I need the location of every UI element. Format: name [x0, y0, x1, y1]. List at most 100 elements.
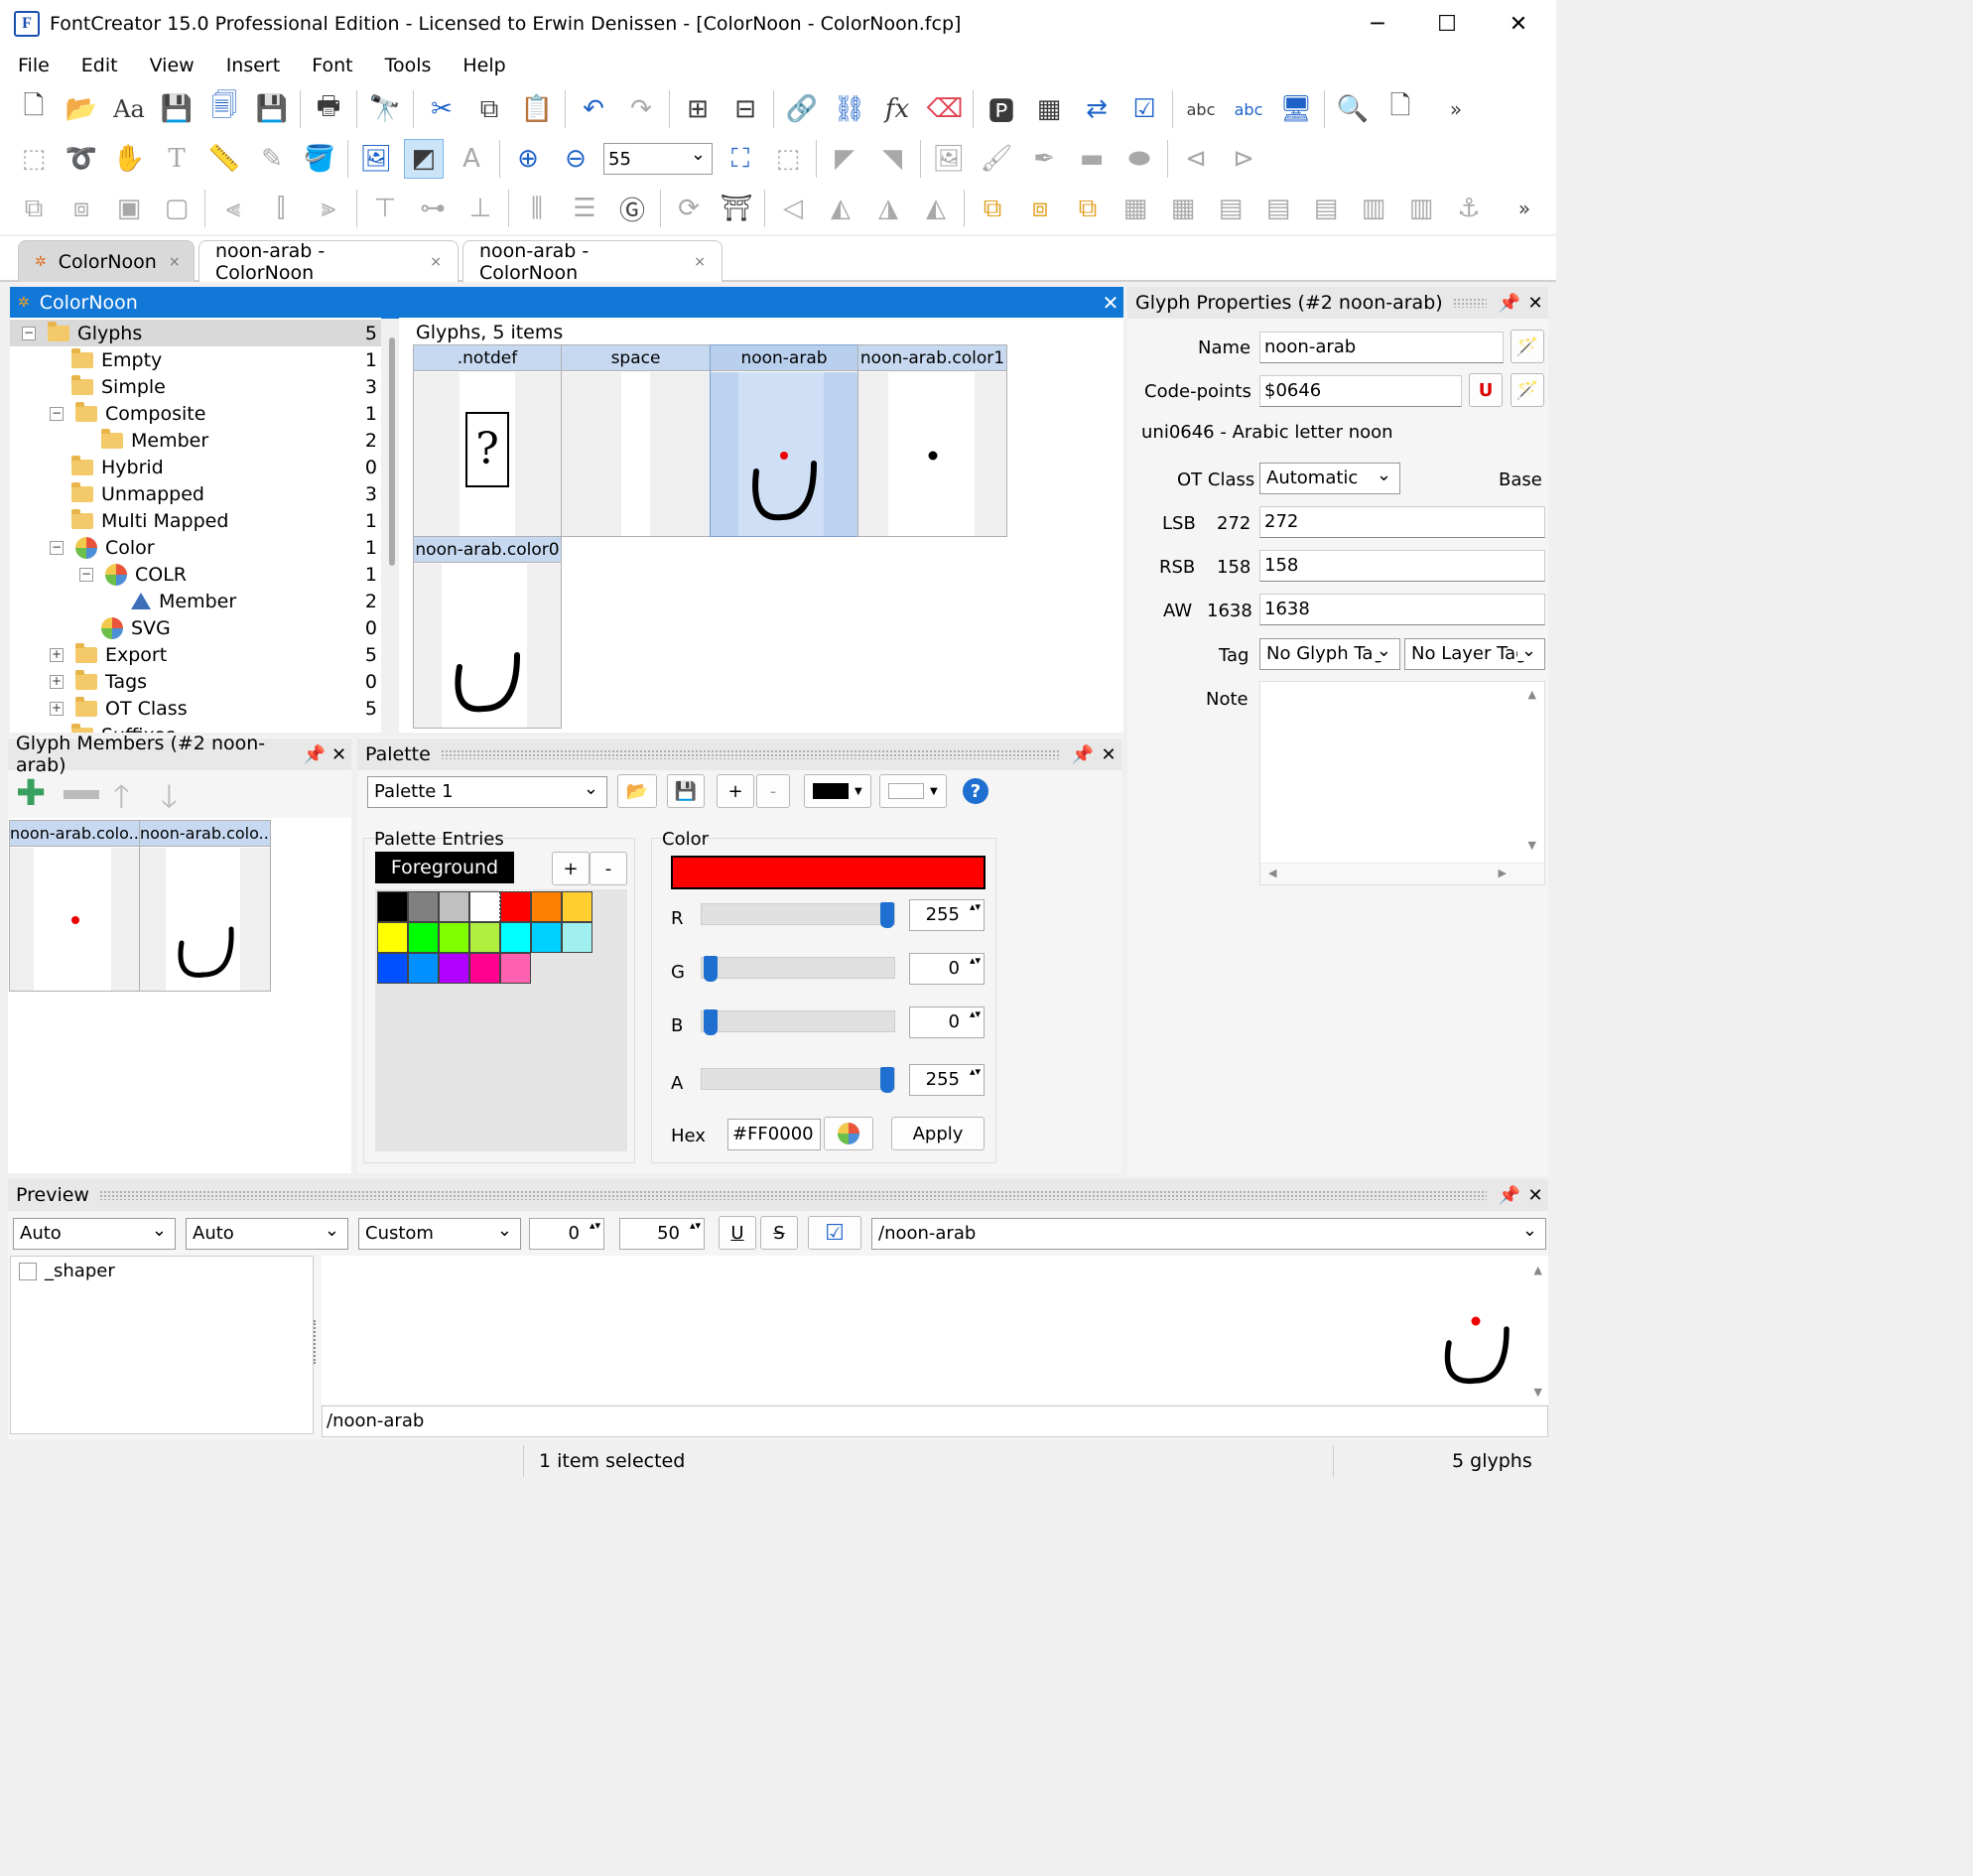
hex-field[interactable]: #FF0000	[727, 1119, 821, 1150]
palette-swatch[interactable]	[408, 891, 439, 922]
table-edit-icon[interactable]: ▤	[1258, 189, 1298, 228]
glyph-tag-dropdown[interactable]: No Glyph Tag	[1259, 638, 1400, 670]
previous-icon[interactable]: ⊲	[1176, 139, 1216, 179]
features-dropdown[interactable]: Custom	[358, 1218, 521, 1250]
expand-icon[interactable]: +	[50, 701, 64, 716]
foreground-entry[interactable]: Foreground	[375, 852, 514, 883]
help-icon[interactable]: ?	[957, 774, 994, 808]
language-dropdown[interactable]: Auto	[186, 1218, 348, 1250]
distribute-v-icon[interactable]: ☰	[565, 189, 604, 228]
blue-slider[interactable]	[701, 1009, 895, 1035]
menu-view[interactable]: View	[132, 55, 208, 76]
paste-icon[interactable]: 📋	[517, 89, 557, 129]
exclude-icon[interactable]: ⧉	[1068, 189, 1108, 228]
tree-item-simple[interactable]: Simple 3	[10, 373, 381, 400]
pin-icon[interactable]: 📌	[1070, 744, 1096, 765]
maximize-button[interactable]: ☐	[1425, 6, 1469, 42]
background-color-picker[interactable]: ▼	[879, 774, 947, 808]
unlink-icon[interactable]: ⛓	[830, 89, 869, 129]
align-center-icon[interactable]: ⫿	[261, 189, 301, 228]
name-field[interactable]: noon-arab	[1259, 332, 1504, 363]
close-icon[interactable]: ✕	[1522, 1185, 1548, 1206]
point-pointer-icon[interactable]: ◥	[872, 139, 912, 179]
skew-right-icon[interactable]: ◭	[916, 189, 956, 228]
add-entry-button[interactable]: +	[552, 852, 590, 885]
close-icon[interactable]: ×	[694, 254, 706, 270]
pin-icon[interactable]: 📌	[1497, 293, 1522, 314]
slider-thumb[interactable]	[880, 1067, 894, 1093]
blue-spinner[interactable]: 0	[909, 1006, 985, 1038]
eraser-icon[interactable]: ⌫	[925, 89, 965, 129]
text-effects-icon[interactable]: A	[452, 139, 491, 179]
close-icon[interactable]: ✕	[1098, 291, 1123, 315]
menu-insert[interactable]: Insert	[208, 55, 295, 76]
size-spinner[interactable]: 50	[619, 1218, 705, 1250]
palette-swatch[interactable]	[531, 922, 562, 953]
hand-icon[interactable]: ✋	[109, 139, 149, 179]
preview-text-field[interactable]: /noon-arab	[322, 1406, 1548, 1437]
zoom-in-icon[interactable]: ⊕	[508, 139, 548, 179]
collapse-icon[interactable]: −	[79, 567, 93, 582]
ellipse-icon[interactable]: ⬬	[1119, 139, 1159, 179]
slider-thumb[interactable]	[880, 902, 894, 928]
insert-glyph-icon[interactable]: ⊟	[725, 89, 765, 129]
install-font-icon[interactable]: 🖥	[1276, 89, 1316, 129]
lsb-field[interactable]: 272	[1259, 506, 1545, 538]
pin-icon[interactable]: 📌	[302, 744, 327, 765]
tab-colornoon[interactable]: ✲ ColorNoon ×	[18, 240, 195, 282]
tree-item-export[interactable]: + Export 5	[10, 641, 381, 668]
palette-dropdown[interactable]: Palette 1	[367, 776, 607, 808]
pencil-icon[interactable]: ✎	[252, 139, 292, 179]
red-slider[interactable]	[701, 902, 895, 928]
open-icon[interactable]: 📂	[62, 89, 101, 129]
font-preview-icon[interactable]: Aa	[109, 89, 149, 129]
close-icon[interactable]: ×	[169, 254, 181, 270]
glyph-cell-noon-arab[interactable]: noon-arab	[710, 344, 858, 537]
slider-thumb[interactable]	[704, 956, 718, 982]
remove-entry-button[interactable]: -	[590, 852, 627, 885]
member-cell-color0[interactable]: noon-arab.colo...	[139, 820, 271, 992]
fill-icon[interactable]: 🪣	[300, 139, 339, 179]
foreground-color-picker[interactable]: ▼	[804, 774, 871, 808]
columns-lock-icon[interactable]: ▥	[1401, 189, 1441, 228]
align-top-icon[interactable]: ⊤	[365, 189, 405, 228]
table-lock-icon[interactable]: ▤	[1306, 189, 1346, 228]
collapse-icon[interactable]: −	[50, 540, 64, 555]
palette-swatch[interactable]	[498, 889, 533, 924]
palette-swatch[interactable]	[408, 953, 439, 984]
intersect-icon[interactable]: ⧈	[1020, 189, 1060, 228]
glyph-cell-noon-arab-color1[interactable]: noon-arab.color1	[857, 344, 1007, 537]
palette-swatch[interactable]	[500, 922, 531, 953]
align-middle-icon[interactable]: ⊶	[413, 189, 453, 228]
zoom-fit-icon[interactable]: ⛶	[721, 139, 760, 179]
slider-thumb[interactable]	[704, 1009, 718, 1035]
layer-tag-dropdown[interactable]: No Layer Tag	[1404, 638, 1545, 670]
tree-item-colr[interactable]: − COLR 1	[10, 561, 381, 588]
mirror-icon[interactable]: ◭	[821, 189, 860, 228]
rotate-icon[interactable]: ⟳	[669, 189, 709, 228]
palette-swatch[interactable]	[377, 891, 408, 922]
tab-noon-arab-2[interactable]: noon-arab - ColorNoon ×	[462, 240, 723, 284]
palette-swatch[interactable]	[531, 891, 562, 922]
close-window-button[interactable]: ✕	[1497, 6, 1540, 42]
magic-wand-icon[interactable]: 🪄	[1511, 373, 1544, 407]
toolbar-overflow-2[interactable]: »	[1505, 189, 1544, 228]
expand-icon[interactable]: +	[50, 647, 64, 662]
tree-item-unmapped[interactable]: Unmapped 3	[10, 480, 381, 507]
open-palette-icon[interactable]: 📂	[617, 774, 657, 808]
palette-swatch[interactable]	[469, 953, 500, 984]
menu-tools[interactable]: Tools	[367, 55, 446, 76]
tree-item-glyphs[interactable]: − Glyphs 5	[10, 320, 381, 346]
glyph-cell-space[interactable]: space	[561, 344, 711, 537]
expand-icon[interactable]: +	[50, 674, 64, 689]
tree-item-suffixes[interactable]: Suffixes	[10, 722, 381, 733]
zoom-selection-icon[interactable]: ⬚	[768, 139, 808, 179]
validate-icon[interactable]: ☑	[1124, 89, 1164, 129]
remove-palette-button[interactable]: -	[756, 774, 790, 808]
tree-item-colr-member[interactable]: Member 2	[10, 588, 381, 614]
union-icon[interactable]: ⧉	[973, 189, 1012, 228]
flip-left-icon[interactable]: ◁	[773, 189, 813, 228]
new-document-icon[interactable]: 🗋	[1381, 89, 1420, 129]
image-zoom-icon[interactable]: 🖼	[356, 139, 396, 179]
find-icon[interactable]: 🔭	[365, 89, 405, 129]
